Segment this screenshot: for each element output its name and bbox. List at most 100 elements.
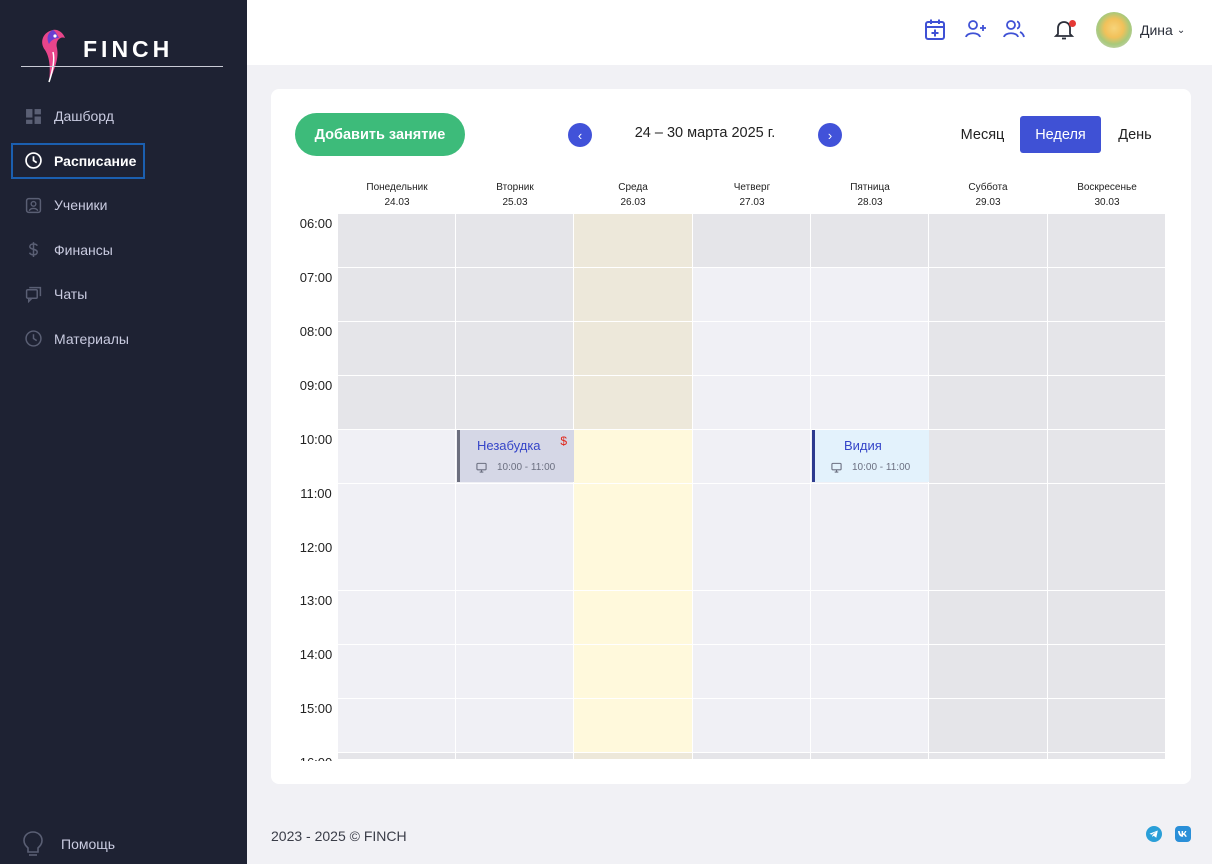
time-slot[interactable]	[693, 753, 810, 759]
time-slot[interactable]	[574, 537, 692, 592]
add-lesson-calendar-icon[interactable]	[923, 17, 947, 41]
time-slot[interactable]	[1048, 214, 1165, 268]
time-slot[interactable]	[1048, 753, 1165, 759]
sidebar-item-chats[interactable]: Чаты	[11, 276, 145, 312]
time-slot[interactable]	[338, 429, 455, 484]
time-slot[interactable]	[929, 699, 1047, 754]
time-slot[interactable]	[1048, 591, 1165, 646]
time-slot[interactable]	[456, 267, 573, 322]
time-slot[interactable]	[693, 429, 810, 484]
time-slot[interactable]	[929, 591, 1047, 646]
time-slot[interactable]	[338, 214, 455, 268]
time-slot[interactable]	[1048, 375, 1165, 430]
time-slot[interactable]	[1048, 483, 1165, 538]
tab-day[interactable]: День	[1103, 116, 1167, 153]
time-slot[interactable]	[693, 375, 810, 430]
time-slot[interactable]	[338, 483, 455, 538]
time-slot[interactable]	[574, 645, 692, 700]
add-user-icon[interactable]	[964, 17, 988, 41]
time-slot[interactable]	[1048, 267, 1165, 322]
time-slot[interactable]	[811, 267, 928, 322]
tab-month[interactable]: Месяц	[951, 116, 1014, 153]
time-slot[interactable]	[929, 645, 1047, 700]
time-slot[interactable]	[929, 429, 1047, 484]
time-slot[interactable]	[1048, 321, 1165, 376]
sidebar-item-schedule[interactable]: Расписание	[11, 142, 145, 179]
time-slot[interactable]	[574, 699, 692, 754]
time-slot[interactable]	[929, 214, 1047, 268]
time-slot[interactable]	[693, 645, 810, 700]
time-slot[interactable]	[338, 537, 455, 592]
time-slot[interactable]	[811, 483, 928, 538]
vk-icon[interactable]	[1175, 826, 1191, 842]
time-slot[interactable]	[574, 483, 692, 538]
time-slot[interactable]	[574, 375, 692, 430]
time-slot[interactable]	[456, 591, 573, 646]
time-slot[interactable]	[693, 321, 810, 376]
time-slot[interactable]	[456, 753, 573, 759]
time-slot[interactable]	[929, 753, 1047, 759]
time-slot[interactable]	[811, 321, 928, 376]
time-slot[interactable]	[338, 645, 455, 700]
logo[interactable]: FINCH	[21, 28, 223, 84]
time-slot[interactable]	[929, 537, 1047, 592]
time-slot[interactable]	[574, 591, 692, 646]
time-slot[interactable]	[574, 214, 692, 268]
time-slot[interactable]	[929, 483, 1047, 538]
time-slot[interactable]	[338, 321, 455, 376]
time-slot[interactable]	[811, 645, 928, 700]
time-slot[interactable]	[693, 699, 810, 754]
time-label: 15:00	[299, 701, 333, 716]
time-slot[interactable]	[929, 321, 1047, 376]
time-slot[interactable]	[574, 267, 692, 322]
time-slot[interactable]	[456, 321, 573, 376]
time-slot[interactable]	[1048, 645, 1165, 700]
time-slot[interactable]	[811, 214, 928, 268]
time-slot[interactable]	[811, 591, 928, 646]
time-slot[interactable]	[338, 267, 455, 322]
time-slot[interactable]	[338, 591, 455, 646]
time-slot[interactable]	[929, 267, 1047, 322]
bell-icon[interactable]	[1052, 17, 1076, 41]
time-slot[interactable]	[456, 645, 573, 700]
time-slot[interactable]	[574, 753, 692, 759]
sidebar-item-finance[interactable]: Финансы	[11, 232, 145, 268]
time-slot[interactable]	[811, 753, 928, 759]
time-slot[interactable]	[811, 699, 928, 754]
time-slot[interactable]	[693, 483, 810, 538]
time-slot[interactable]	[338, 375, 455, 430]
tab-week[interactable]: Неделя	[1020, 116, 1101, 153]
sidebar-item-students[interactable]: Ученики	[11, 187, 145, 223]
time-slot[interactable]	[693, 591, 810, 646]
time-slot[interactable]	[456, 699, 573, 754]
time-slot[interactable]	[693, 267, 810, 322]
lesson-event[interactable]: Незабудка 10:00 - 11:00 $	[457, 429, 574, 483]
time-slot[interactable]	[1048, 537, 1165, 592]
time-slot[interactable]	[574, 429, 692, 484]
time-slot[interactable]	[456, 214, 573, 268]
time-slot[interactable]	[693, 214, 810, 268]
next-week-button[interactable]: ›	[818, 123, 842, 147]
time-slot[interactable]	[456, 375, 573, 430]
sidebar-item-dashboard[interactable]: Дашборд	[11, 98, 145, 134]
users-icon[interactable]	[1002, 17, 1026, 41]
time-slot[interactable]	[338, 699, 455, 754]
time-slot[interactable]	[811, 375, 928, 430]
help-link[interactable]: Помощь	[22, 830, 115, 858]
prev-week-button[interactable]: ‹	[568, 123, 592, 147]
time-slot[interactable]	[574, 321, 692, 376]
user-menu[interactable]: Дина ⌄	[1096, 12, 1185, 48]
lesson-event[interactable]: Видия 10:00 - 11:00	[812, 429, 929, 483]
sidebar-item-materials[interactable]: Материалы	[11, 321, 145, 357]
add-lesson-button[interactable]: Добавить занятие	[295, 113, 465, 156]
time-slot[interactable]	[929, 375, 1047, 430]
time-slot[interactable]	[456, 537, 573, 592]
time-slot[interactable]	[1048, 429, 1165, 484]
time-slot[interactable]	[1048, 699, 1165, 754]
time-slot[interactable]	[693, 537, 810, 592]
telegram-icon[interactable]	[1146, 826, 1162, 842]
time-slot[interactable]	[456, 483, 573, 538]
view-switcher: Месяц Неделя День	[951, 116, 1167, 153]
time-slot[interactable]	[811, 537, 928, 592]
time-slot[interactable]	[338, 753, 455, 759]
